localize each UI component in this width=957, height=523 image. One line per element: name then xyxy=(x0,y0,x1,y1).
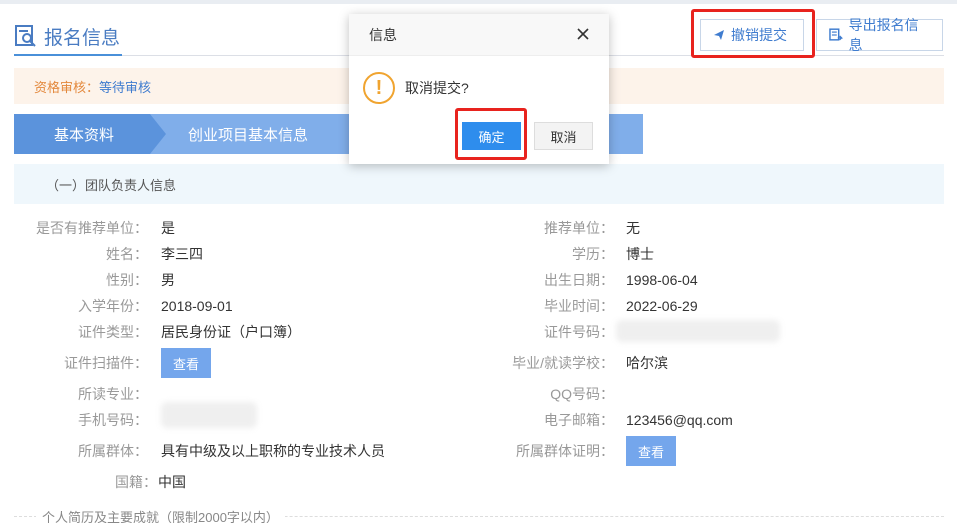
graduate-time-value: 2022-06-29 xyxy=(626,298,698,314)
education-label: 学历： xyxy=(572,246,614,262)
export-icon xyxy=(829,28,843,41)
info-row: 所属群体： 具有中级及以上职称的专业技术人员 所属群体证明： xyxy=(0,441,957,461)
gender-label: 性别： xyxy=(106,272,148,288)
info-row: 性别： 男 出生日期： 1998-06-04 xyxy=(0,270,957,290)
group-label: 所属群体： xyxy=(78,443,148,459)
view-id-scan-label: 查看 xyxy=(172,356,199,372)
confirm-button-label: 确定 xyxy=(478,129,505,145)
enroll-year-label: 入学年份： xyxy=(78,298,148,314)
info-row: 是否有推荐单位： 是 推荐单位： 无 xyxy=(0,218,957,238)
birthday-label: 出生日期： xyxy=(544,272,614,288)
group-value: 具有中级及以上职称的专业技术人员 xyxy=(161,443,385,459)
export-info-label: 导出报名信息 xyxy=(848,17,919,53)
group-proof-label: 所属群体证明： xyxy=(516,443,614,459)
view-group-proof-label: 查看 xyxy=(637,444,664,460)
step-basic-info-label: 基本资料 xyxy=(54,126,115,144)
nationality-label: 国籍： xyxy=(115,474,157,490)
school-value: 哈尔滨 xyxy=(626,355,668,371)
cancel-button[interactable]: 取消 xyxy=(534,122,593,150)
id-type-label: 证件类型： xyxy=(78,324,148,340)
enroll-year-value: 2018-09-01 xyxy=(161,298,233,314)
info-row: 姓名： 李三四 学历： 博士 xyxy=(0,244,957,264)
info-row: 国籍： 中国 xyxy=(0,472,957,492)
dialog-message: 取消提交? xyxy=(405,80,469,96)
page-title-tab: 报名信息 xyxy=(14,18,123,56)
recommend-unit-label: 推荐单位： xyxy=(544,220,614,236)
top-border xyxy=(0,0,957,4)
phone-redacted xyxy=(161,402,257,428)
id-number-redacted xyxy=(616,320,780,342)
nationality-value: 中国 xyxy=(158,474,186,490)
gender-value: 男 xyxy=(161,272,175,288)
id-scan-label: 证件扫描件： xyxy=(64,355,148,371)
dialog-title: 信息 xyxy=(369,26,397,43)
graduate-time-label: 毕业时间： xyxy=(544,298,614,314)
email-value: 123456@qq.com xyxy=(626,412,733,428)
step-project-info-label: 创业项目基本信息 xyxy=(188,126,309,144)
registration-info-page: 报名信息 撤销提交 导出报名信息 资格审核： 等待审核 基本资料 创业项目基本信… xyxy=(0,0,957,523)
review-status-label: 资格审核： xyxy=(34,79,100,95)
phone-label: 手机号码： xyxy=(78,412,148,428)
review-status-value: 等待审核 xyxy=(99,79,152,95)
name-label: 姓名： xyxy=(106,246,148,262)
view-group-proof-button[interactable]: 查看 xyxy=(626,436,676,466)
birthday-value: 1998-06-04 xyxy=(626,272,698,288)
dialog-header: 信息 xyxy=(349,14,609,56)
email-label: 电子邮箱： xyxy=(544,412,614,428)
name-value: 李三四 xyxy=(161,246,203,262)
info-row: 手机号码： 电子邮箱： 123456@qq.com xyxy=(0,410,957,430)
confirm-button[interactable]: 确定 xyxy=(462,122,521,150)
recommend-unit-flag-value: 是 xyxy=(161,220,175,236)
info-row: 入学年份： 2018-09-01 毕业时间： 2022-06-29 xyxy=(0,296,957,316)
step-project-info[interactable]: 创业项目基本信息 xyxy=(188,114,308,154)
qq-label: QQ号码： xyxy=(550,386,614,402)
dialog-body: ! 取消提交? xyxy=(363,72,469,104)
info-row: 证件类型： 居民身份证（户口簿） 证件号码： xyxy=(0,322,957,342)
info-row: 所读专业： QQ号码： xyxy=(0,384,957,404)
recommend-unit-value: 无 xyxy=(626,220,640,236)
send-icon xyxy=(714,30,724,40)
section-header-resume: 个人简历及主要成就（限制2000字以内） xyxy=(14,506,944,523)
section-title: （一）团队负责人信息 xyxy=(46,177,177,193)
education-value: 博士 xyxy=(626,246,654,262)
school-label: 毕业/就读学校： xyxy=(512,355,614,371)
close-icon[interactable] xyxy=(575,26,591,42)
revoke-submit-label: 撤销提交 xyxy=(731,27,787,43)
export-info-button[interactable]: 导出报名信息 xyxy=(816,17,943,53)
resume-section-title: 个人简历及主要成就（限制2000字以内） xyxy=(36,507,285,523)
step-basic-info[interactable]: 基本资料 xyxy=(14,114,166,154)
section-header-team-leader: （一）团队负责人信息 xyxy=(14,164,944,204)
recommend-unit-flag-label: 是否有推荐单位： xyxy=(36,220,148,236)
id-type-value: 居民身份证（户口簿） xyxy=(161,324,301,340)
document-search-icon xyxy=(15,25,36,47)
view-id-scan-button[interactable]: 查看 xyxy=(161,348,211,378)
confirm-dialog: 信息 ! 取消提交? 确定 取消 xyxy=(349,14,609,164)
warning-icon: ! xyxy=(363,72,395,104)
cancel-button-label: 取消 xyxy=(550,129,577,145)
page-title: 报名信息 xyxy=(44,27,121,49)
major-label: 所读专业： xyxy=(78,386,148,402)
revoke-submit-button[interactable]: 撤销提交 xyxy=(700,19,804,51)
info-row: 证件扫描件： 毕业/就读学校： 哈尔滨 xyxy=(0,353,957,373)
id-number-label: 证件号码： xyxy=(544,324,614,340)
